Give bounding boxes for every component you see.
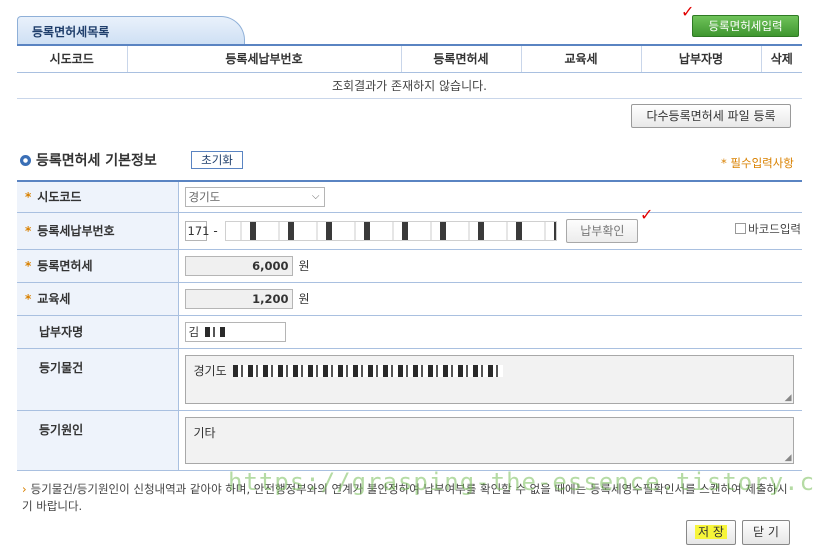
register-tax-button[interactable]: 등록면허세입력 (692, 15, 799, 37)
registration-tax-input[interactable]: 6,000 (184, 255, 293, 276)
empty-row: 조회결과가 존재하지 않습니다. (17, 72, 802, 99)
list-tab-title: 등록면허세목록 (17, 16, 245, 44)
row-registered-property: 등기물건 경기도 ◢ (17, 348, 802, 411)
arrow-icon: › (22, 482, 27, 496)
label-payer-name: 납부자명 (17, 315, 179, 349)
section-title-text: 등록면허세 기본정보 (36, 153, 157, 169)
col-payment-no: 등록세납부번호 (126, 44, 401, 73)
education-tax-input[interactable]: 1,200 (184, 288, 293, 309)
bulk-file-register-button[interactable]: 다수등록면허세 파일 등록 (631, 104, 791, 128)
col-registration-tax: 등록면허세 (400, 44, 521, 73)
resize-handle-icon[interactable]: ◢ (785, 393, 792, 403)
sido-code-select[interactable]: 경기도 ⌵ (184, 186, 325, 207)
payment-no-prefix-input[interactable]: 171 (184, 220, 209, 241)
payment-verify-button[interactable]: 납부확인 (566, 218, 639, 243)
label-registration-tax: * 등록면허세 (17, 249, 179, 283)
reset-button[interactable]: 초기화 (191, 151, 243, 169)
col-delete: 삭제 (760, 44, 802, 73)
close-button[interactable]: 닫 기 (742, 520, 790, 545)
row-education-tax: * 교육세 1,200 원 (17, 282, 802, 316)
payer-name-input[interactable]: 김 (184, 321, 286, 342)
required-note: * 필수입력사항 (721, 156, 794, 170)
registration-cause-textarea[interactable]: 기타 ◢ (184, 416, 794, 464)
check-mark-annotation: ✓ (681, 2, 695, 21)
registered-property-textarea[interactable]: 경기도 ◢ (184, 354, 794, 404)
empty-message: 조회결과가 존재하지 않습니다. (17, 72, 802, 99)
check-mark-annotation: ✓ (640, 205, 654, 224)
col-sido-code: 시도코드 (17, 44, 127, 73)
save-button[interactable]: 저 장 (686, 520, 736, 545)
barcode-input-option[interactable]: 바코드입력 (735, 221, 801, 237)
row-registration-cause: 등기원인 기타 ◢ (17, 410, 802, 471)
basic-info-form: * 시도코드 경기도 ⌵ * 등록세납부번호 171 - 납부확인 바코드입력 * 등… (17, 180, 802, 471)
masked-address (232, 365, 503, 377)
col-education-tax: 교육세 (520, 44, 641, 73)
label-registered-property: 등기물건 (17, 348, 179, 411)
tax-list-table: 시도코드 등록세납부번호 등록면허세 교육세 납부자명 삭제 조회결과가 존재하… (17, 44, 802, 99)
label-registration-cause: 등기원인 (17, 410, 179, 471)
label-sido-code: * 시도코드 (17, 181, 179, 213)
barcode-checkbox[interactable] (735, 223, 747, 234)
col-payer-name: 납부자명 (640, 44, 761, 73)
notice-text: › 등기물건/등기원인이 신청내역과 같아야 하며, 안전행정부와의 연계가 불안… (22, 482, 788, 513)
masked-name (205, 327, 228, 337)
list-header-row: 시도코드 등록세납부번호 등록면허세 교육세 납부자명 삭제 (17, 44, 802, 73)
row-registration-tax: * 등록면허세 6,000 원 (17, 249, 802, 283)
label-education-tax: * 교육세 (17, 282, 179, 316)
resize-handle-icon[interactable]: ◢ (785, 453, 792, 463)
label-payment-no: * 등록세납부번호 (17, 212, 179, 250)
section-title: 등록면허세 기본정보 (20, 150, 157, 170)
payment-no-masked-input[interactable] (224, 220, 557, 241)
chevron-down-icon: ⌵ (311, 190, 320, 202)
row-payment-no: * 등록세납부번호 171 - 납부확인 바코드입력 (17, 212, 802, 250)
row-sido-code: * 시도코드 경기도 ⌵ (17, 181, 802, 213)
row-payer-name: 납부자명 김 (17, 315, 802, 349)
bullet-icon (20, 154, 31, 166)
